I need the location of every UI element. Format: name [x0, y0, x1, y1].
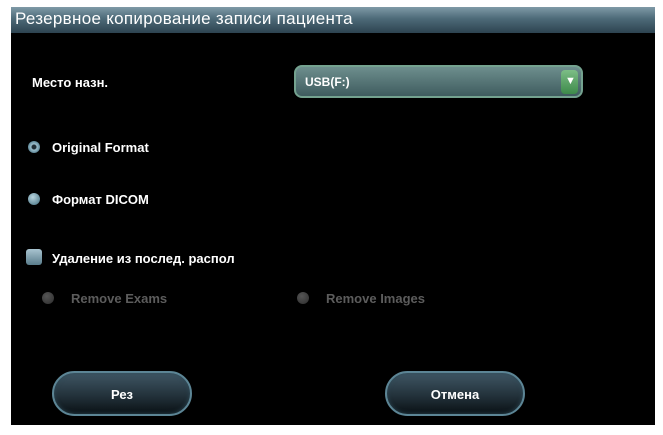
dicom-format-label: Формат DICOM [52, 192, 149, 207]
backup-dialog: Резервное копирование записи пациента Ме… [11, 7, 655, 425]
destination-value: USB(F:) [305, 75, 350, 89]
remove-exams-label: Remove Exams [71, 291, 168, 306]
radio-remove-exams [42, 292, 54, 304]
destination-label: Место назн. [32, 75, 109, 90]
radio-dicom-format[interactable] [28, 193, 40, 205]
radio-original-format[interactable] [28, 141, 40, 153]
delete-after-checkbox[interactable] [26, 249, 42, 265]
dialog-titlebar: Резервное копирование записи пациента [11, 7, 655, 33]
delete-after-label: Удаление из послед. распол [52, 251, 235, 266]
destination-dropdown[interactable]: USB(F:) ▼ [294, 65, 583, 98]
original-format-label: Original Format [52, 140, 149, 155]
radio-remove-images [297, 292, 309, 304]
backup-button[interactable]: Рез [52, 371, 192, 416]
backup-button-label: Рез [110, 387, 134, 402]
cancel-button[interactable]: Отмена [385, 371, 525, 416]
remove-images-label: Remove Images [326, 291, 425, 306]
cancel-button-label: Отмена [430, 387, 480, 402]
chevron-down-icon: ▼ [565, 75, 576, 87]
dropdown-arrow-button[interactable]: ▼ [561, 70, 578, 94]
dialog-title: Резервное копирование записи пациента [15, 9, 353, 28]
